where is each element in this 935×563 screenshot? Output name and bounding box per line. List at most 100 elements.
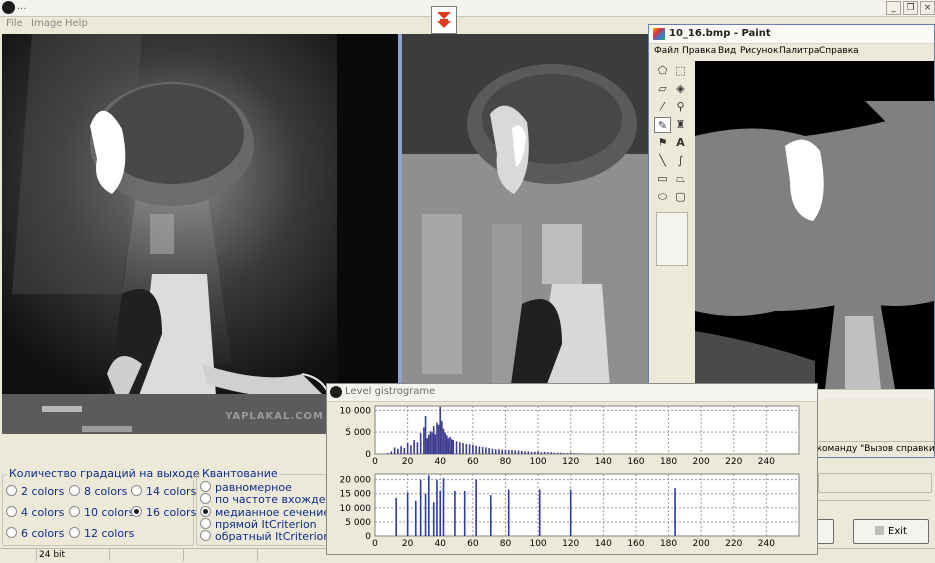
brush-icon[interactable]: ♜ <box>672 117 689 133</box>
pencil-icon[interactable]: ✎ <box>654 117 671 133</box>
radio-6-colors[interactable]: 6 colors <box>6 527 64 540</box>
histogram-bar <box>508 490 510 537</box>
restore-icon[interactable]: ❐ <box>903 1 918 15</box>
magnifier-icon[interactable]: ⚲ <box>672 99 689 115</box>
ellipse-icon[interactable]: ⬭ <box>654 189 671 205</box>
histogram-bar <box>425 416 427 454</box>
histogram-bar <box>423 427 425 454</box>
histogram-bar <box>456 441 458 454</box>
x-tick-label: 40 <box>435 457 447 467</box>
paint-menu-view[interactable]: Вид <box>718 46 736 56</box>
line-icon[interactable]: ╲ <box>654 153 671 169</box>
x-tick-label: 140 <box>595 539 612 549</box>
histogram-bar <box>541 452 543 454</box>
x-tick-label: 80 <box>500 539 512 549</box>
picker-icon[interactable]: ⁄ <box>654 99 671 115</box>
minimize-icon[interactable]: _ <box>886 1 901 15</box>
histogram-window: Level gistrograme 05 00010 0000204060801… <box>326 383 818 555</box>
x-tick-label: 100 <box>529 457 546 467</box>
histogram-bar <box>439 407 441 454</box>
radio-2-colors[interactable]: 2 colors <box>6 485 64 498</box>
radio-inverse-itcriterion[interactable]: обратный ItCriterion <box>200 530 330 543</box>
polygon-icon[interactable]: ⏢ <box>672 171 689 187</box>
paint-title-bar: 10_16.bmp - Paint <box>649 25 934 44</box>
histogram-bar <box>428 475 430 536</box>
x-tick-label: 220 <box>725 539 742 549</box>
histogram-bar <box>446 435 448 454</box>
histogram-bar <box>443 429 445 454</box>
histogram-bar <box>428 435 430 454</box>
eraser-icon[interactable]: ▱ <box>654 81 671 97</box>
right-group-box <box>818 473 932 493</box>
histogram-title: Level gistrograme <box>345 386 435 397</box>
double-chevron-down-icon <box>436 10 452 30</box>
quantization-label: Квантование <box>200 467 280 480</box>
rect-select-icon[interactable]: ⬚ <box>672 63 689 79</box>
status-panel-1 <box>0 549 37 561</box>
quantized-image <box>402 34 652 434</box>
histogram-bar <box>426 438 428 454</box>
paint-menu-palette[interactable]: Палитра <box>779 46 819 56</box>
radio-frequency[interactable]: по частоте вхождения <box>200 493 346 506</box>
close-icon[interactable]: × <box>920 1 935 15</box>
radio-16-colors[interactable]: 16 colors <box>131 506 196 519</box>
paint-menu-image[interactable]: Рисунок <box>740 46 778 56</box>
radio-4-colors[interactable]: 4 colors <box>6 506 64 519</box>
paint-menu-edit[interactable]: Правка <box>682 46 716 56</box>
paint-title: 10_16.bmp - Paint <box>669 28 771 39</box>
collapse-toggle-button[interactable] <box>431 6 457 34</box>
histogram-bar <box>407 443 409 454</box>
text-icon[interactable]: A <box>672 135 689 151</box>
radio-8-colors[interactable]: 8 colors <box>69 485 127 498</box>
histogram-bar <box>557 453 559 454</box>
x-tick-label: 160 <box>627 539 644 549</box>
paint-toolbox: ⬠ ⬚ ▱ ◈ ⁄ ⚲ ✎ ♜ ⚑ A ╲ ∫ ▭ ⏢ ⬭ ▢ <box>651 61 693 357</box>
radio-14-colors[interactable]: 14 colors <box>131 485 196 498</box>
paint-canvas[interactable] <box>695 61 934 389</box>
menu-help[interactable]: Help <box>65 18 88 29</box>
menu-image[interactable]: Image <box>31 18 62 29</box>
histogram-bar <box>395 498 397 536</box>
title-bar: ... _ ❐ × <box>0 0 935 17</box>
paint-menu-help[interactable]: Справка <box>819 46 859 56</box>
source-image: YAPLAKAL.COM <box>2 34 398 434</box>
x-tick-label: 200 <box>693 539 710 549</box>
app-icon <box>2 1 15 14</box>
exit-button[interactable]: Exit <box>853 519 929 544</box>
histogram-bar <box>472 445 474 454</box>
histogram-bar <box>475 480 477 536</box>
menu-file[interactable]: File <box>6 18 23 29</box>
histogram-bar <box>580 453 582 454</box>
airbrush-icon[interactable]: ⚑ <box>654 135 671 151</box>
x-tick-label: 240 <box>758 539 775 549</box>
histogram-bar <box>674 488 676 536</box>
histogram-title-bar: Level gistrograme <box>327 384 817 402</box>
radio-12-colors[interactable]: 12 colors <box>69 527 134 540</box>
x-tick-label: 200 <box>693 457 710 467</box>
free-select-icon[interactable]: ⬠ <box>654 63 671 79</box>
fill-icon[interactable]: ◈ <box>672 81 689 97</box>
curve-icon[interactable]: ∫ <box>672 153 689 169</box>
radio-10-colors[interactable]: 10 colors <box>69 506 134 519</box>
histogram-bar <box>462 443 464 454</box>
histogram-bar <box>508 450 510 454</box>
x-tick-label: 220 <box>725 457 742 467</box>
histogram-bar <box>459 442 461 454</box>
histogram-bar <box>420 433 422 454</box>
paint-menu-file[interactable]: Файл <box>654 46 679 56</box>
histogram-bar <box>387 453 389 454</box>
x-tick-label: 240 <box>758 457 775 467</box>
histogram-bar <box>430 431 432 454</box>
rectangle-icon[interactable]: ▭ <box>654 171 671 187</box>
tool-options-box[interactable] <box>656 212 688 266</box>
x-tick-label: 180 <box>660 539 677 549</box>
histogram-bar <box>475 446 477 454</box>
rounded-rect-icon[interactable]: ▢ <box>672 189 689 205</box>
y-tick-label: 5 000 <box>345 518 371 528</box>
histogram-bar <box>449 437 451 454</box>
histogram-bar <box>537 451 539 454</box>
x-tick-label: 60 <box>467 539 479 549</box>
x-tick-label: 140 <box>595 457 612 467</box>
histogram-bar <box>554 453 556 454</box>
histogram-bar <box>431 433 433 454</box>
